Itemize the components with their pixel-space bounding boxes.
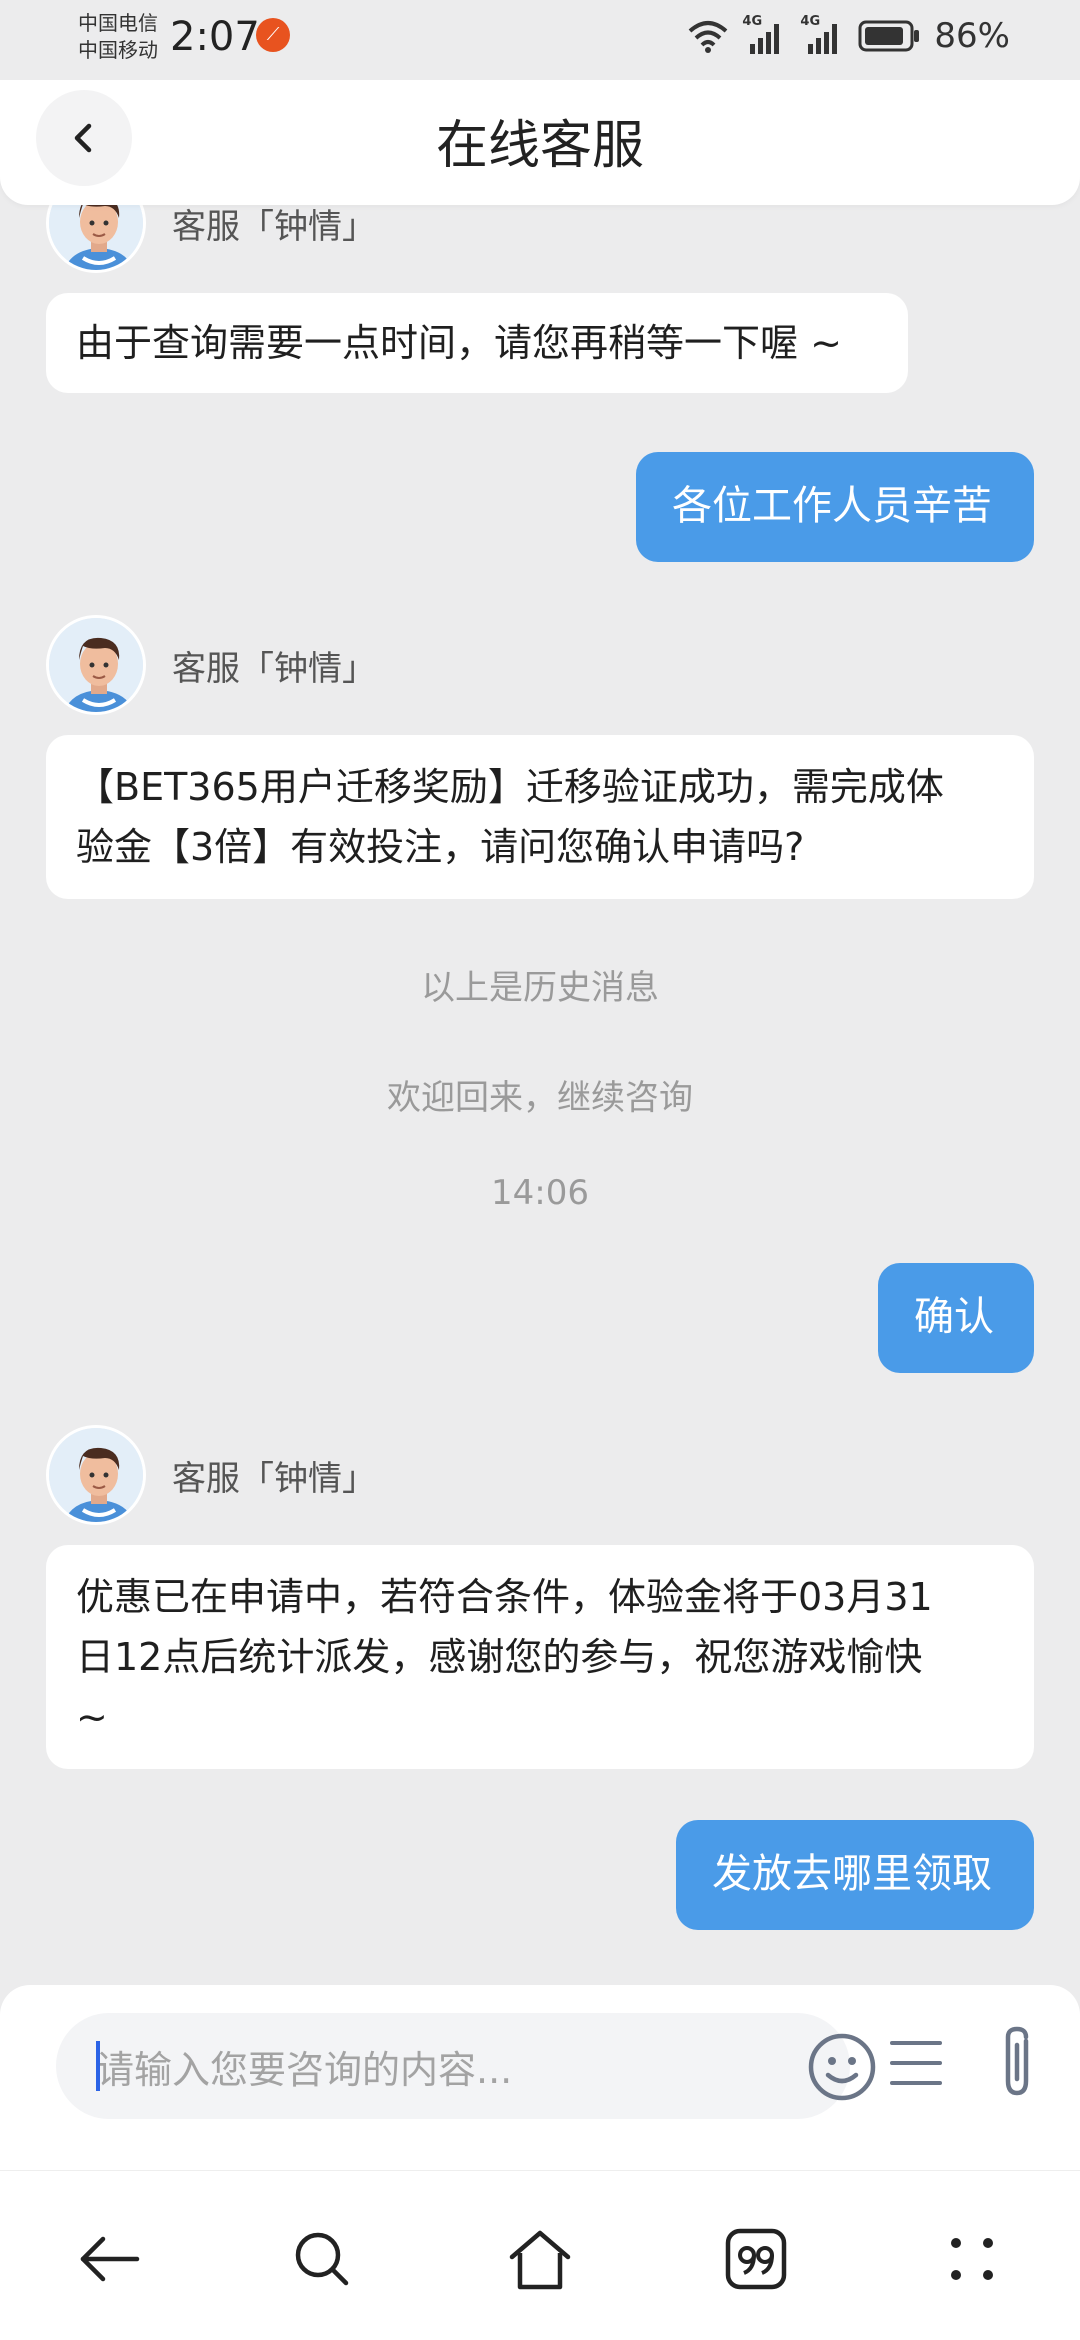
history-divider-text: 以上是历史消息 [421, 968, 659, 1008]
agent-avatar [46, 1425, 146, 1525]
user-message-text: 确认 [914, 1294, 994, 1340]
agent-message-line: 优惠已在申请中，若符合条件，体验金将于03月31 [76, 1575, 933, 1619]
nav-quote-icon [725, 2228, 787, 2290]
agent-message-line: ~ [76, 1695, 108, 1739]
page-title: 在线客服 [435, 116, 644, 176]
signal-1-icon: 4G [742, 14, 786, 54]
agent-name: 客服「钟情」 [172, 207, 376, 247]
emoji-button[interactable] [806, 2031, 878, 2103]
wifi-icon [689, 21, 728, 53]
emoji-icon [808, 2033, 876, 2101]
user-message-bubble: 确认 [878, 1263, 1034, 1373]
app-notification-icon: ⟋ [256, 18, 290, 52]
nav-back-icon [80, 2236, 140, 2282]
menu-button[interactable] [888, 2035, 944, 2091]
message-composer: 请输入您要咨询的内容... [0, 1985, 1080, 2170]
agent-message-line: 【BET365用户迁移奖励】迁移验证成功，需完成体 [76, 765, 944, 809]
agent-message-bubble: 【BET365用户迁移奖励】迁移验证成功，需完成体 验金【3倍】有效投注，请问您… [46, 735, 1034, 899]
carrier-info: 中国电信 中国移动 [78, 10, 158, 64]
message-input[interactable]: 请输入您要咨询的内容... [56, 2013, 876, 2119]
agent-name: 客服「钟情」 [172, 649, 376, 689]
battery-percent: 86% [934, 16, 1010, 56]
user-message-text: 发放去哪里领取 [712, 1851, 992, 1897]
nav-more-icon [951, 2238, 993, 2280]
nav-quote-button[interactable] [716, 2219, 796, 2299]
status-indicators: 4G 4G 86% [688, 14, 1010, 58]
carrier-1: 中国电信 [78, 11, 158, 35]
status-time: 2:07 [170, 14, 260, 60]
user-message-bubble: 各位工作人员辛苦 [636, 452, 1034, 562]
agent-avatar [46, 615, 146, 715]
text-cursor [96, 2041, 100, 2091]
chat-area[interactable]: 客服「钟情」 由于查询需要一点时间，请您再稍等一下喔 ~ 各位工作人员辛苦 客服… [0, 205, 1080, 1985]
carrier-2: 中国移动 [78, 38, 158, 62]
attachment-icon [1005, 2026, 1029, 2096]
agent-message-text: 由于查询需要一点时间，请您再稍等一下喔 ~ [76, 321, 842, 365]
user-message-bubble: 发放去哪里领取 [676, 1820, 1034, 1930]
agent-message-line: 验金【3倍】有效投注，请问您确认申请吗? [76, 825, 805, 869]
agent-message-bubble: 由于查询需要一点时间，请您再稍等一下喔 ~ [46, 293, 908, 393]
agent-message-line: 日12点后统计派发，感谢您的参与，祝您游戏愉快 [76, 1635, 923, 1679]
nav-back-button[interactable] [68, 2219, 148, 2299]
agent-message-bubble: 优惠已在申请中，若符合条件，体验金将于03月31 日12点后统计派发，感谢您的参… [46, 1545, 1034, 1769]
message-timestamp: 14:06 [491, 1173, 589, 1213]
nav-home-icon [509, 2230, 571, 2290]
nav-search-button[interactable] [282, 2219, 362, 2299]
battery-icon [858, 20, 920, 52]
agent-name: 客服「钟情」 [172, 1459, 376, 1499]
signal-2-icon: 4G [800, 14, 844, 54]
input-placeholder: 请输入您要咨询的内容... [96, 2048, 513, 2092]
nav-more-button[interactable] [932, 2219, 1012, 2299]
system-navigation-bar [0, 2170, 1080, 2340]
nav-home-button[interactable] [500, 2219, 580, 2299]
status-bar: 中国电信 中国移动 2:07 ⟋ 4G 4G 86% [0, 0, 1080, 80]
app-header: 在线客服 [0, 70, 1080, 205]
agent-avatar [46, 205, 146, 273]
welcome-back-text: 欢迎回来，继续咨询 [387, 1078, 693, 1118]
user-message-text: 各位工作人员辛苦 [672, 483, 992, 529]
menu-icon [890, 2041, 942, 2085]
attachment-button[interactable] [990, 2023, 1044, 2103]
nav-search-icon [295, 2232, 349, 2286]
